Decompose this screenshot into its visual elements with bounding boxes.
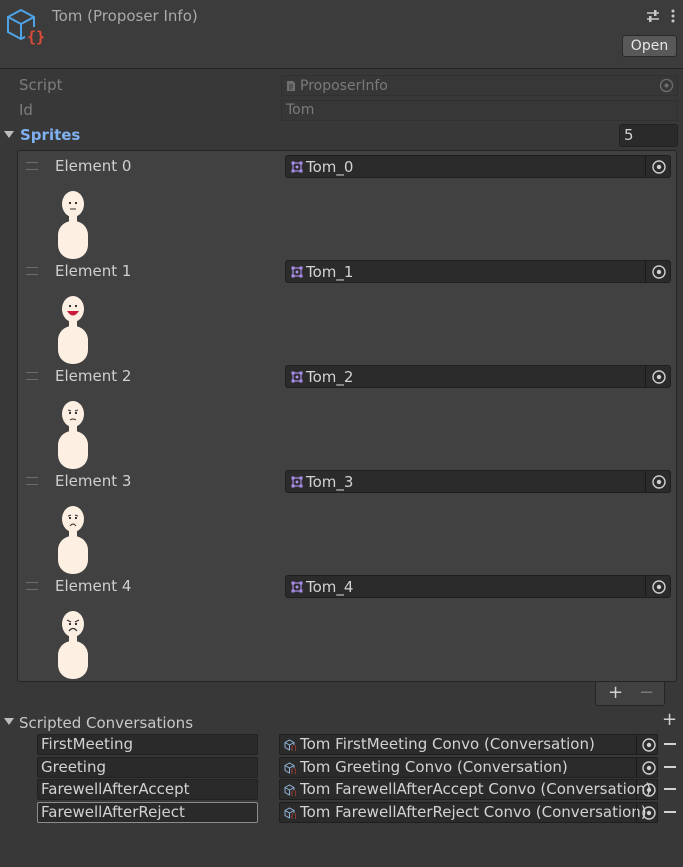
field-divider — [636, 757, 637, 777]
sprite-object-field[interactable]: Tom_3 — [285, 470, 671, 493]
settings-sliders-icon[interactable] — [645, 8, 661, 24]
conversation-object-field[interactable]: {} Tom Greeting Convo (Conversation) — [279, 756, 658, 778]
element-label: Element 4 — [55, 577, 132, 595]
field-divider — [636, 802, 637, 822]
remove-conversation-button[interactable] — [664, 788, 676, 790]
conversation-object-value: Tom FarewellAfterReject Convo (Conversat… — [300, 802, 647, 821]
open-button[interactable]: Open — [622, 35, 677, 57]
drag-handle-icon[interactable] — [26, 477, 38, 485]
add-element-button[interactable]: + — [608, 684, 623, 702]
field-divider — [645, 366, 646, 387]
conversation-key-field[interactable]: FarewellAfterAccept — [37, 779, 258, 800]
element-label: Element 3 — [55, 472, 132, 490]
conversation-asset-icon: {} — [284, 784, 296, 796]
remove-conversation-button[interactable] — [664, 765, 676, 768]
field-divider — [636, 735, 637, 754]
element-label: Element 0 — [55, 157, 132, 175]
script-label: Script — [19, 76, 63, 94]
sprite-object-field[interactable]: Tom_2 — [285, 365, 671, 388]
remove-conversation-button[interactable] — [664, 810, 676, 813]
drag-handle-icon[interactable] — [26, 162, 38, 170]
field-divider — [645, 261, 646, 282]
sprite-preview-image — [58, 611, 88, 679]
object-picker-icon[interactable] — [641, 782, 657, 798]
svg-text:{}: {} — [290, 768, 296, 774]
sprites-add-remove-footer: + − — [595, 682, 665, 706]
conversation-object-field[interactable]: {} Tom FarewellAfterReject Convo (Conver… — [279, 801, 658, 823]
conversation-asset-icon: {} — [284, 739, 296, 751]
script-field: ProposerInfo — [281, 75, 678, 96]
header-divider — [0, 68, 683, 69]
drag-handle-icon[interactable] — [26, 582, 38, 590]
sprite-object-field[interactable]: Tom_1 — [285, 260, 671, 283]
svg-text:{}: {} — [290, 746, 296, 752]
script-file-icon — [287, 81, 295, 91]
id-label: Id — [19, 101, 33, 119]
sprite-object-value: Tom_4 — [306, 578, 354, 596]
conversation-object-value: Tom FarewellAfterAccept Convo (Conversat… — [300, 780, 652, 798]
sprite-asset-icon — [291, 161, 303, 173]
element-label: Element 2 — [55, 367, 132, 385]
add-conversation-button[interactable]: + — [662, 711, 677, 729]
svg-text:{}: {} — [27, 28, 45, 46]
conversations-foldout-arrow-icon[interactable] — [4, 718, 14, 725]
sprite-object-value: Tom_0 — [306, 158, 354, 176]
sprites-size-field[interactable]: 5 — [619, 124, 678, 147]
object-picker-icon[interactable] — [651, 159, 667, 175]
object-picker-icon[interactable] — [641, 760, 657, 776]
drag-handle-icon[interactable] — [26, 267, 38, 275]
object-picker-icon[interactable] — [641, 805, 657, 821]
conversation-key-field[interactable]: Greeting — [37, 756, 258, 778]
inspector-title: Tom (Proposer Info) — [52, 7, 198, 25]
object-picker-icon — [659, 78, 674, 93]
sprite-preview-image — [58, 191, 88, 259]
sprite-object-value: Tom_2 — [306, 368, 354, 386]
sprite-object-value: Tom_1 — [306, 263, 354, 281]
svg-text:{}: {} — [290, 791, 296, 797]
element-label: Element 1 — [55, 262, 132, 280]
conversation-asset-icon: {} — [284, 806, 296, 819]
conversation-object-field[interactable]: {} Tom FarewellAfterAccept Convo (Conver… — [279, 779, 658, 800]
sprite-preview-image — [58, 296, 88, 364]
kebab-menu-icon[interactable] — [670, 8, 676, 24]
conversation-object-value: Tom Greeting Convo (Conversation) — [300, 757, 568, 776]
sprite-asset-icon — [291, 476, 303, 488]
sprite-asset-icon — [291, 266, 303, 278]
object-picker-icon[interactable] — [651, 369, 667, 385]
sprites-label[interactable]: Sprites — [20, 126, 80, 144]
sprite-preview-image — [58, 401, 88, 469]
object-picker-icon[interactable] — [651, 579, 667, 595]
field-divider — [645, 156, 646, 177]
field-divider — [645, 471, 646, 492]
field-divider — [645, 576, 646, 597]
script-value: ProposerInfo — [300, 78, 388, 94]
sprites-list — [17, 150, 677, 682]
scriptable-object-icon: {} — [7, 8, 45, 46]
drag-handle-icon[interactable] — [26, 372, 38, 380]
conversation-key-field[interactable]: FirstMeeting — [37, 734, 258, 755]
sprite-object-field[interactable]: Tom_0 — [285, 155, 671, 178]
sprites-foldout-arrow-icon[interactable] — [4, 131, 14, 138]
field-divider — [636, 780, 637, 799]
sprite-asset-icon — [291, 371, 303, 383]
object-picker-icon[interactable] — [651, 264, 667, 280]
sprite-object-value: Tom_3 — [306, 473, 354, 491]
id-field: Tom — [281, 100, 678, 121]
remove-conversation-button[interactable] — [664, 743, 676, 745]
scripted-conversations-label[interactable]: Scripted Conversations — [19, 714, 193, 732]
conversation-object-field[interactable]: {} Tom FirstMeeting Convo (Conversation) — [279, 734, 658, 755]
conversation-key-field[interactable]: FarewellAfterReject — [37, 801, 258, 823]
conversation-object-value: Tom FirstMeeting Convo (Conversation) — [300, 735, 595, 753]
remove-element-button[interactable]: − — [639, 684, 654, 702]
object-picker-icon[interactable] — [651, 474, 667, 490]
sprite-object-field[interactable]: Tom_4 — [285, 575, 671, 598]
object-picker-icon[interactable] — [641, 737, 657, 753]
svg-text:{}: {} — [290, 813, 296, 819]
sprite-preview-image — [58, 506, 88, 574]
conversation-asset-icon: {} — [284, 761, 296, 774]
sprite-asset-icon — [291, 581, 303, 593]
